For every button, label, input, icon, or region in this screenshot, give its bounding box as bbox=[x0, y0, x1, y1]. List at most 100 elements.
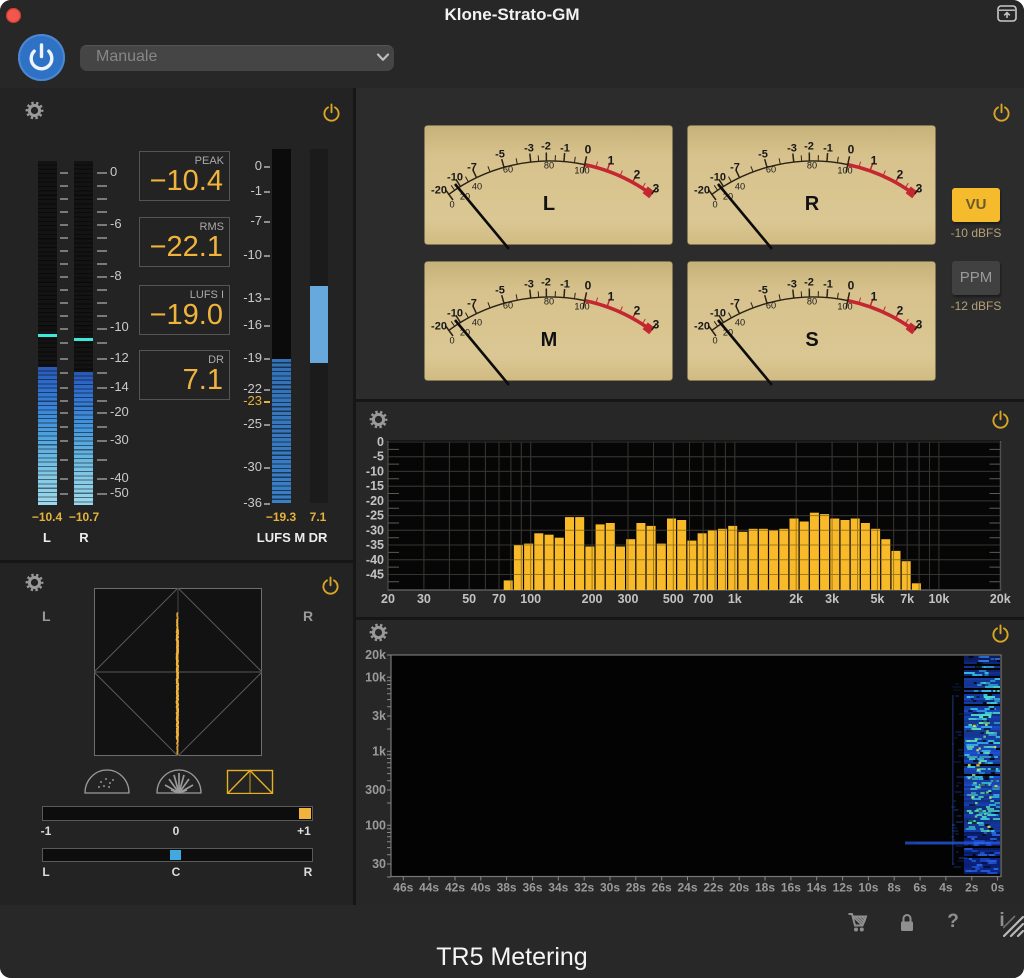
svg-text:-10: -10 bbox=[710, 172, 726, 184]
svg-text:0s: 0s bbox=[991, 881, 1005, 895]
svg-text:100: 100 bbox=[574, 302, 589, 312]
svg-text:0: 0 bbox=[449, 336, 454, 346]
svg-text:4s: 4s bbox=[939, 881, 953, 895]
svg-text:-3: -3 bbox=[524, 279, 534, 291]
svg-text:0: 0 bbox=[449, 200, 454, 210]
svg-text:18s: 18s bbox=[755, 881, 775, 895]
svg-text:-20: -20 bbox=[366, 494, 384, 508]
svg-text:100: 100 bbox=[837, 302, 852, 312]
svg-text:7k: 7k bbox=[900, 592, 914, 606]
svg-text:10k: 10k bbox=[928, 592, 949, 606]
svg-text:30: 30 bbox=[417, 592, 431, 606]
svg-text:100: 100 bbox=[837, 166, 852, 176]
svg-text:300: 300 bbox=[618, 592, 639, 606]
svg-text:1k: 1k bbox=[372, 744, 386, 758]
svg-text:-20: -20 bbox=[694, 321, 710, 333]
svg-text:2: 2 bbox=[897, 304, 904, 318]
svg-text:50: 50 bbox=[462, 592, 476, 606]
svg-text:24s: 24s bbox=[677, 881, 697, 895]
svg-text:8s: 8s bbox=[888, 881, 902, 895]
svg-text:-10: -10 bbox=[447, 172, 463, 184]
svg-text:-1: -1 bbox=[823, 279, 833, 291]
svg-text:-1: -1 bbox=[823, 143, 833, 155]
svg-text:40s: 40s bbox=[471, 881, 491, 895]
svg-text:46s: 46s bbox=[393, 881, 413, 895]
svg-text:80: 80 bbox=[807, 161, 817, 171]
svg-text:2: 2 bbox=[634, 168, 641, 182]
svg-text:0: 0 bbox=[377, 435, 384, 449]
svg-text:16s: 16s bbox=[781, 881, 801, 895]
svg-text:60: 60 bbox=[766, 165, 776, 175]
svg-text:-7: -7 bbox=[730, 298, 740, 310]
svg-text:-5: -5 bbox=[758, 149, 768, 161]
svg-text:22s: 22s bbox=[703, 881, 723, 895]
svg-text:-3: -3 bbox=[787, 143, 797, 155]
svg-text:40: 40 bbox=[735, 182, 745, 192]
svg-text:3k: 3k bbox=[372, 709, 386, 723]
svg-text:12s: 12s bbox=[833, 881, 853, 895]
svg-text:0: 0 bbox=[848, 143, 855, 157]
svg-text:20s: 20s bbox=[729, 881, 749, 895]
svg-text:300: 300 bbox=[365, 783, 386, 797]
svg-text:40: 40 bbox=[735, 318, 745, 328]
svg-text:26s: 26s bbox=[652, 881, 672, 895]
svg-text:0: 0 bbox=[712, 336, 717, 346]
svg-text:-5: -5 bbox=[495, 285, 505, 297]
svg-text:40: 40 bbox=[472, 318, 482, 328]
svg-text:2s: 2s bbox=[965, 881, 979, 895]
svg-text:-10: -10 bbox=[710, 308, 726, 320]
svg-text:-2: -2 bbox=[804, 277, 814, 289]
svg-text:1: 1 bbox=[871, 154, 878, 168]
svg-text:-15: -15 bbox=[366, 479, 384, 493]
svg-text:-2: -2 bbox=[804, 141, 814, 153]
svg-text:30: 30 bbox=[372, 857, 386, 871]
svg-text:44s: 44s bbox=[419, 881, 439, 895]
svg-text:-7: -7 bbox=[467, 162, 477, 174]
svg-text:-20: -20 bbox=[431, 321, 447, 333]
svg-text:-2: -2 bbox=[541, 277, 551, 289]
svg-text:700: 700 bbox=[693, 592, 714, 606]
svg-text:M: M bbox=[541, 329, 558, 351]
svg-text:32s: 32s bbox=[574, 881, 594, 895]
svg-text:60: 60 bbox=[503, 165, 513, 175]
svg-text:-40: -40 bbox=[366, 553, 384, 567]
svg-text:20k: 20k bbox=[990, 592, 1011, 606]
svg-text:14s: 14s bbox=[807, 881, 827, 895]
svg-text:-20: -20 bbox=[431, 185, 447, 197]
svg-text:0: 0 bbox=[848, 279, 855, 293]
svg-text:100: 100 bbox=[574, 166, 589, 176]
svg-text:1: 1 bbox=[871, 290, 878, 304]
svg-text:-7: -7 bbox=[730, 162, 740, 174]
svg-text:36s: 36s bbox=[522, 881, 542, 895]
svg-text:1: 1 bbox=[608, 154, 615, 168]
svg-text:-3: -3 bbox=[787, 279, 797, 291]
svg-text:S: S bbox=[805, 329, 818, 351]
svg-text:1k: 1k bbox=[728, 592, 742, 606]
svg-text:80: 80 bbox=[544, 161, 554, 171]
svg-text:-5: -5 bbox=[758, 285, 768, 297]
svg-text:2k: 2k bbox=[789, 592, 803, 606]
svg-text:0: 0 bbox=[712, 200, 717, 210]
svg-text:3: 3 bbox=[653, 318, 660, 332]
svg-text:-35: -35 bbox=[366, 538, 384, 552]
svg-text:20k: 20k bbox=[365, 648, 386, 662]
svg-text:80: 80 bbox=[807, 297, 817, 307]
svg-text:0: 0 bbox=[585, 279, 592, 293]
svg-text:42s: 42s bbox=[445, 881, 465, 895]
svg-text:60: 60 bbox=[503, 301, 513, 311]
svg-text:-20: -20 bbox=[694, 185, 710, 197]
svg-text:100: 100 bbox=[365, 818, 386, 832]
svg-text:100: 100 bbox=[520, 592, 541, 606]
svg-text:-25: -25 bbox=[366, 509, 384, 523]
svg-text:L: L bbox=[543, 193, 555, 215]
svg-text:28s: 28s bbox=[626, 881, 646, 895]
svg-text:-1: -1 bbox=[560, 279, 570, 291]
svg-text:70: 70 bbox=[492, 592, 506, 606]
svg-text:0: 0 bbox=[585, 143, 592, 157]
svg-text:34s: 34s bbox=[548, 881, 568, 895]
svg-text:60: 60 bbox=[766, 301, 776, 311]
svg-text:10s: 10s bbox=[858, 881, 878, 895]
svg-text:-5: -5 bbox=[373, 450, 384, 464]
svg-text:30s: 30s bbox=[600, 881, 620, 895]
svg-text:5k: 5k bbox=[870, 592, 884, 606]
